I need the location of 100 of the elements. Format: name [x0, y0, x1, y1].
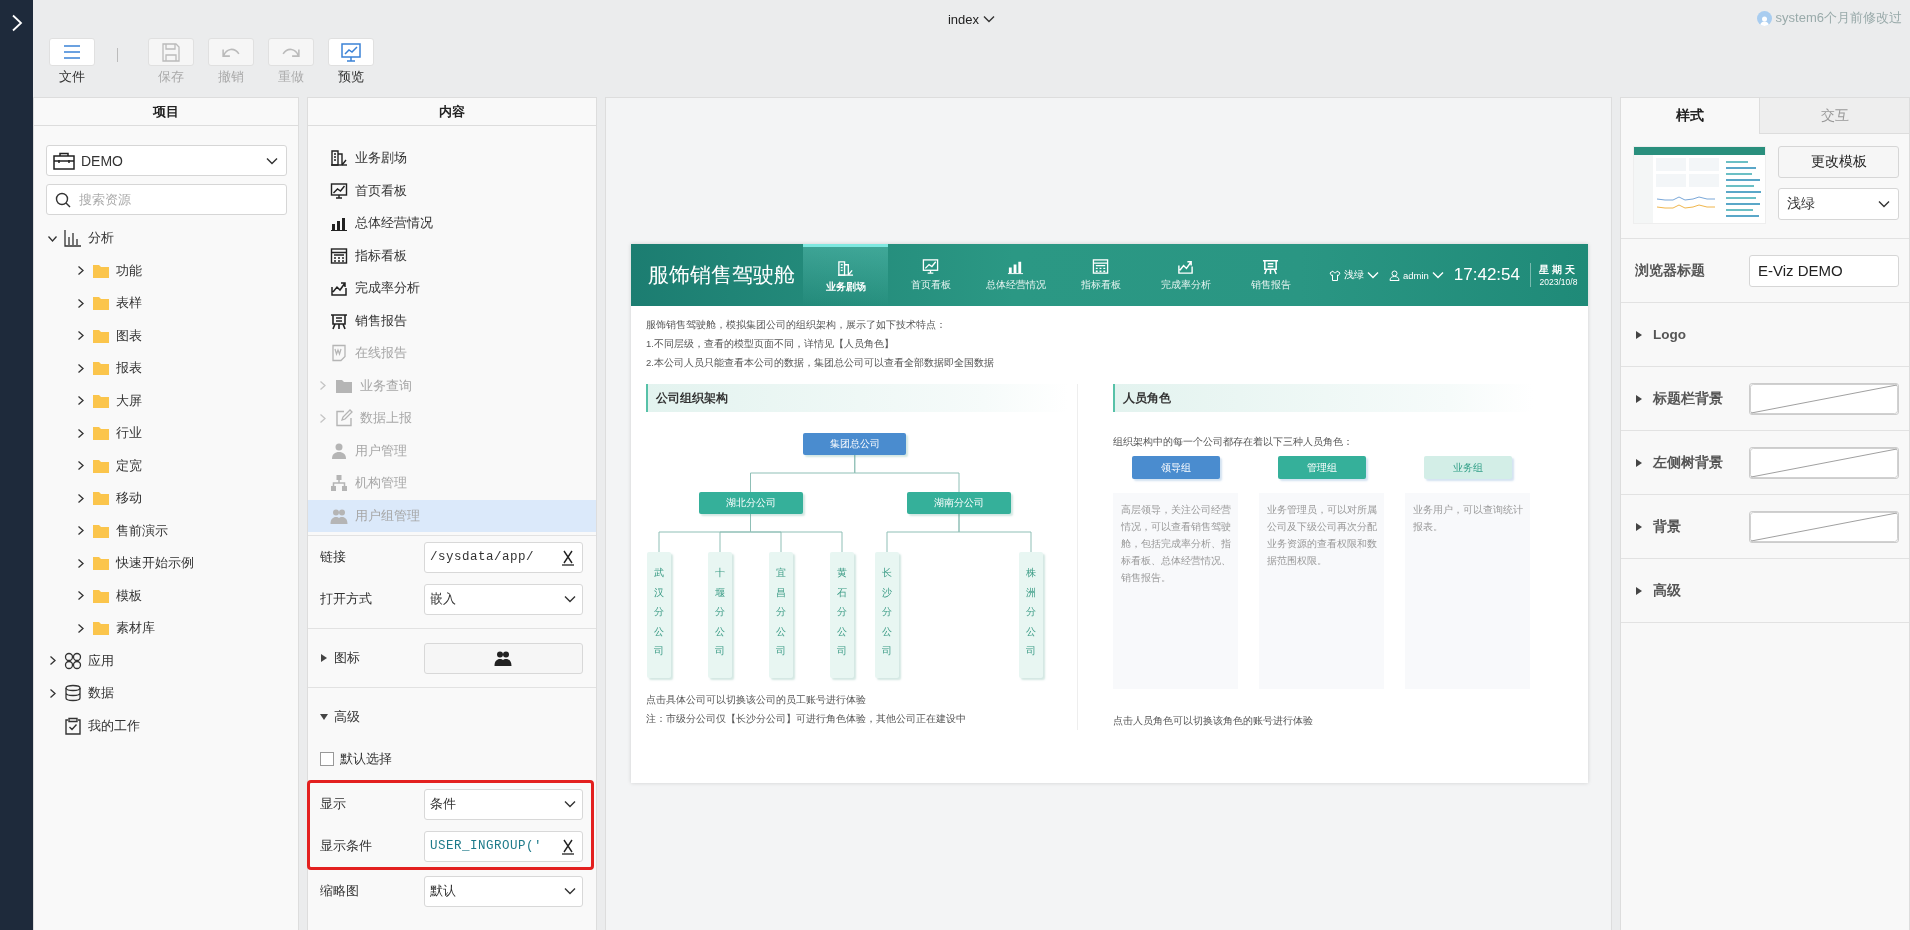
users-icon	[494, 649, 512, 667]
tree-item[interactable]: 快速开始示例	[34, 547, 298, 580]
dropdown[interactable]: 嵌入	[424, 583, 583, 615]
project-dropdown[interactable]: DEMO	[46, 145, 287, 176]
tree-item[interactable]: 报表	[34, 352, 298, 385]
folder-icon	[92, 424, 110, 443]
nav-tab[interactable]: 首页看板	[888, 244, 973, 306]
tree-item[interactable]: 我的工作	[34, 709, 298, 742]
tree-item[interactable]: 功能	[34, 254, 298, 287]
section-toggle[interactable]: 高级	[320, 708, 360, 726]
section-toggle[interactable]: 背景	[1635, 517, 1741, 536]
content-item[interactable]: 业务剧场	[308, 142, 596, 175]
theme-dropdown[interactable]: 浅绿	[1778, 188, 1899, 220]
modified-status: system6个月前修改过	[1775, 9, 1902, 27]
building-chart-icon	[837, 259, 854, 277]
folder-icon	[92, 489, 110, 508]
field-label: 显示	[320, 795, 347, 813]
presentation-icon	[330, 311, 348, 330]
role-description: 业务用户，可以查询统计报表。	[1405, 493, 1530, 689]
checkbox[interactable]: 默认选择	[320, 750, 392, 768]
tree-item[interactable]: 应用	[34, 644, 298, 677]
org-node[interactable]: 集团总公司	[803, 433, 907, 455]
nav-tab[interactable]: 销售报告	[1228, 244, 1313, 306]
search-field[interactable]: 搜索资源	[46, 184, 287, 215]
clock-time: 17:42:54	[1453, 265, 1520, 285]
formula-field[interactable]: USER_INGROUP('	[424, 830, 583, 862]
tree-item[interactable]: 表样	[34, 287, 298, 320]
tree-item[interactable]: 数据	[34, 677, 298, 710]
building-chart-icon	[330, 149, 348, 168]
section-toggle[interactable]: 标题栏背景	[1635, 389, 1741, 408]
section-toggle[interactable]: 图标	[320, 649, 416, 667]
formula-icon	[560, 837, 576, 855]
folder-icon	[92, 619, 110, 638]
org-chart-icon	[330, 474, 348, 493]
note-text: 点击人员角色可以切换该角色的账号进行体验	[1113, 714, 1314, 728]
icon-picker[interactable]	[424, 642, 583, 674]
intro-text: 1.不同层级，查看的模型页面不同，详情见【人员角色】	[646, 337, 895, 351]
chevron-down-icon	[1366, 271, 1379, 279]
folder-icon	[92, 554, 110, 573]
weekday: 星期天	[1539, 263, 1578, 277]
chevron-down-icon	[564, 887, 576, 895]
chevron-down-icon	[1878, 200, 1890, 208]
chevron-down-icon	[564, 800, 576, 808]
clipboard-check-icon	[64, 716, 82, 735]
tree-item[interactable]: 行业	[34, 417, 298, 450]
search-input[interactable]: 搜索资源	[79, 186, 278, 213]
change-template-button[interactable]: 更改模板	[1778, 146, 1899, 178]
field-label: 缩略图	[320, 882, 360, 900]
note-text: 点击具体公司可以切换该公司的员工账号进行体验	[646, 693, 867, 707]
content-item[interactable]: 完成率分析	[308, 272, 596, 305]
monitor-chart-icon	[330, 181, 348, 200]
field-label: 显示条件	[320, 837, 373, 855]
database-icon	[64, 684, 82, 703]
app-title: 服饰销售驾驶舱	[648, 262, 796, 288]
grid-circles-icon	[64, 651, 82, 670]
panel-title: 项目	[34, 98, 298, 126]
monitor-chart-icon	[340, 41, 362, 63]
panel-title: 内容	[308, 98, 596, 126]
intro-text: 服饰销售驾驶舱，模拟集团公司的组织架构，展示了如下技术特点：	[646, 318, 947, 332]
user-menu[interactable]: admin	[1388, 269, 1444, 281]
role-description: 高层领导，关注公司经营情况，可以查看销售驾驶舱，包括完成率分析、指标看板、总体经营情况、销售报告。	[1113, 493, 1238, 689]
content-item[interactable]: 总体经营情况	[308, 207, 596, 240]
monitor-chart-icon	[922, 258, 939, 275]
section-toggle[interactable]: 高级	[1635, 581, 1741, 600]
save-icon	[160, 41, 182, 63]
content-item[interactable]: 首页看板	[308, 174, 596, 207]
intro-text: 2.本公司人员只能查看本公司的数据，集团总公司可以查看全部数据即全国数据	[646, 356, 995, 370]
section-toggle[interactable]: 左侧树背景	[1635, 453, 1741, 472]
role-button[interactable]: 领导组	[1131, 456, 1220, 479]
tree-item[interactable]: 售前演示	[34, 514, 298, 547]
presentation-icon	[1262, 258, 1279, 275]
formula-field[interactable]: /sysdata/app/	[424, 541, 583, 573]
search-icon	[55, 191, 71, 208]
tree-item[interactable]: 素材库	[34, 612, 298, 645]
tree-item[interactable]: 模板	[34, 579, 298, 612]
field-label: 浏览器标题	[1635, 261, 1706, 280]
content-item[interactable]: 销售报告	[308, 304, 596, 337]
tree-item[interactable]: 定宽	[34, 449, 298, 482]
dropdown[interactable]: 条件	[424, 788, 583, 820]
note-text: 注：市级分公司仅【长沙分公司】可进行角色体验，其他公司正在建设中	[646, 712, 967, 726]
chevron-down-icon	[983, 15, 996, 23]
chevron-right-icon[interactable]	[10, 14, 23, 32]
color-swatch-field[interactable]	[1749, 382, 1899, 415]
tree-item[interactable]: 移动	[34, 482, 298, 515]
color-swatch-field[interactable]	[1749, 510, 1899, 543]
shirt-icon	[1328, 269, 1341, 281]
role-description: 业务管理员，可以对所属公司及下级公司再次分配业务资源的查看权限和数据范围权限。	[1259, 493, 1384, 689]
theme-menu[interactable]: 浅绿	[1328, 268, 1379, 282]
tree-item[interactable]: 分析	[34, 222, 298, 255]
tree-item[interactable]: 大屏	[34, 384, 298, 417]
nav-tab[interactable]: 完成率分析	[1143, 244, 1228, 306]
dropdown[interactable]: 默认	[424, 875, 583, 907]
content-item[interactable]: 指标看板	[308, 239, 596, 272]
section-toggle[interactable]: Logo	[1635, 327, 1741, 342]
bar-chart-icon	[64, 229, 82, 248]
toolbox-icon	[53, 151, 75, 170]
document-title-menu[interactable]: index	[947, 11, 996, 27]
tree-item[interactable]: 图表	[34, 319, 298, 352]
text-field[interactable]: E-Viz DEMO	[1749, 254, 1899, 287]
color-swatch-field[interactable]	[1749, 446, 1899, 479]
